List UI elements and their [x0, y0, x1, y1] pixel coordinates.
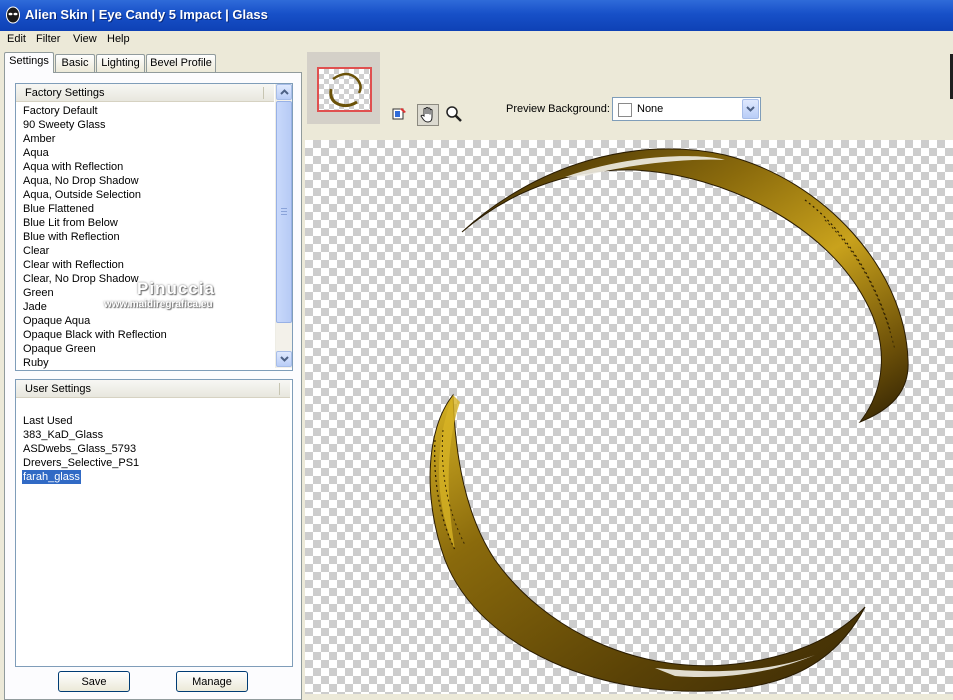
zoom-icon [446, 106, 462, 122]
list-item[interactable]: Clear, No Drop Shadow [22, 272, 168, 286]
factory-list-scrollbar[interactable] [275, 84, 292, 368]
list-item[interactable]: Last Used [22, 414, 140, 428]
tab-basic[interactable]: Basic [55, 54, 95, 72]
list-item[interactable]: Factory Default [22, 104, 168, 118]
user-settings-header-label: User Settings [25, 383, 92, 395]
thumbnail-image [317, 67, 372, 112]
zoom-tool-button[interactable] [444, 104, 466, 126]
glass-ring-preview [429, 148, 909, 692]
list-item-label: Clear [23, 245, 50, 257]
list-item-label: Opaque Aqua [23, 315, 91, 327]
list-item[interactable]: 90 Sweety Glass [22, 118, 168, 132]
list-item-label: farah_glass [22, 470, 81, 484]
list-item[interactable]: Opaque Black with Reflection [22, 328, 168, 342]
list-item-label: Drevers_Selective_PS1 [23, 457, 140, 469]
user-settings-list[interactable]: User Settings Last Used 383_KaD_Glass ASDw… [15, 379, 293, 667]
manage-button[interactable]: Manage [176, 671, 248, 692]
list-item-label: Aqua, Outside Selection [23, 189, 142, 201]
user-settings-header: User Settings [16, 380, 290, 398]
list-item[interactable]: Jade [22, 300, 168, 314]
factory-settings-list[interactable]: Factory Settings Factory Default 90 Sweet… [15, 83, 293, 371]
title-bar: Alien Skin | Eye Candy 5 Impact | Glass [0, 0, 953, 31]
navigator-thumbnail[interactable] [307, 52, 380, 124]
list-item-label: Last Used [23, 415, 73, 427]
scroll-down-button[interactable] [276, 351, 292, 367]
list-item[interactable]: Aqua, Outside Selection [22, 188, 168, 202]
list-item[interactable]: Aqua, No Drop Shadow [22, 174, 168, 188]
list-item-label: Green [23, 287, 54, 299]
chevron-down-icon [280, 356, 289, 362]
factory-settings-items: Factory Default 90 Sweety Glass Amber Aqua A… [22, 104, 168, 370]
preview-area: Preview Background: None [305, 49, 953, 694]
list-item[interactable]: Blue Flattened [22, 202, 168, 216]
preview-background-select[interactable]: None [612, 97, 761, 121]
list-item[interactable]: Ruby [22, 356, 168, 370]
menu-help[interactable]: Help [107, 33, 130, 45]
preview-canvas[interactable] [305, 140, 953, 694]
list-item[interactable]: Aqua with Reflection [22, 160, 168, 174]
menu-bar: Edit Filter View Help [0, 31, 953, 49]
alien-skin-icon [6, 6, 20, 24]
list-item-label: Aqua, No Drop Shadow [23, 175, 139, 187]
background-swatch [618, 103, 632, 117]
list-item-label: Clear, No Drop Shadow [23, 273, 139, 285]
settings-tab-page: Factory Settings Factory Default 90 Sweet… [4, 72, 302, 700]
list-item-label: 383_KaD_Glass [23, 429, 104, 441]
list-item[interactable]: farah_glass [22, 470, 140, 484]
dropdown-button[interactable] [742, 99, 759, 119]
list-item-label: ASDwebs_Glass_5793 [23, 443, 137, 455]
list-item-label: Aqua with Reflection [23, 161, 124, 173]
factory-settings-header-label: Factory Settings [25, 87, 105, 99]
hand-icon [420, 107, 433, 123]
list-item[interactable]: ASDwebs_Glass_5793 [22, 442, 140, 456]
list-item[interactable]: Amber [22, 132, 168, 146]
bucket-tool-button[interactable] [389, 104, 411, 126]
hand-tool-button[interactable] [417, 104, 439, 126]
factory-settings-header: Factory Settings [16, 84, 274, 102]
chevron-up-icon [280, 89, 289, 95]
list-item-label: Opaque Green [23, 343, 96, 355]
list-item-label: 90 Sweety Glass [23, 119, 106, 131]
preview-background-value: None [637, 103, 664, 115]
menu-filter[interactable]: Filter [36, 33, 60, 45]
list-item-label: Ruby [23, 357, 49, 369]
window-title: Alien Skin | Eye Candy 5 Impact | Glass [25, 7, 268, 22]
list-item-label: Amber [23, 133, 56, 145]
list-item-label: Blue Flattened [23, 203, 94, 215]
tab-settings[interactable]: Settings [4, 52, 54, 73]
settings-panel: Settings Basic Lighting Bevel Profile Fa… [0, 49, 305, 700]
list-item-label: Blue Lit from Below [23, 217, 118, 229]
list-item-label: Clear with Reflection [23, 259, 124, 271]
user-settings-items: Last Used 383_KaD_Glass ASDwebs_Glass_5793… [22, 414, 140, 484]
list-item[interactable]: Opaque Aqua [22, 314, 168, 328]
list-item[interactable]: Blue with Reflection [22, 230, 168, 244]
list-item-label: Factory Default [23, 105, 98, 117]
bucket-icon [392, 108, 406, 120]
list-item[interactable]: Clear [22, 244, 168, 258]
menu-edit[interactable]: Edit [7, 33, 26, 45]
menu-view[interactable]: View [73, 33, 97, 45]
tab-lighting[interactable]: Lighting [96, 54, 145, 72]
list-item[interactable]: Blue Lit from Below [22, 216, 168, 230]
list-item[interactable]: Drevers_Selective_PS1 [22, 456, 140, 470]
list-item[interactable]: Opaque Green [22, 342, 168, 356]
scroll-thumb[interactable] [276, 101, 292, 323]
chevron-down-icon [746, 106, 755, 112]
list-item[interactable]: Green [22, 286, 168, 300]
tab-bevel-profile[interactable]: Bevel Profile [146, 54, 216, 72]
scroll-up-button[interactable] [276, 84, 292, 100]
save-button[interactable]: Save [58, 671, 130, 692]
thumbnail-ring-image [329, 72, 362, 108]
list-item-label: Blue with Reflection [23, 231, 120, 243]
preview-background-label: Preview Background: [506, 103, 610, 115]
list-item[interactable]: Clear with Reflection [22, 258, 168, 272]
list-item[interactable]: 383_KaD_Glass [22, 428, 140, 442]
list-item[interactable]: Aqua [22, 146, 168, 160]
list-item-label: Jade [23, 301, 47, 313]
list-item-label: Opaque Black with Reflection [23, 329, 167, 341]
list-item-label: Aqua [23, 147, 49, 159]
